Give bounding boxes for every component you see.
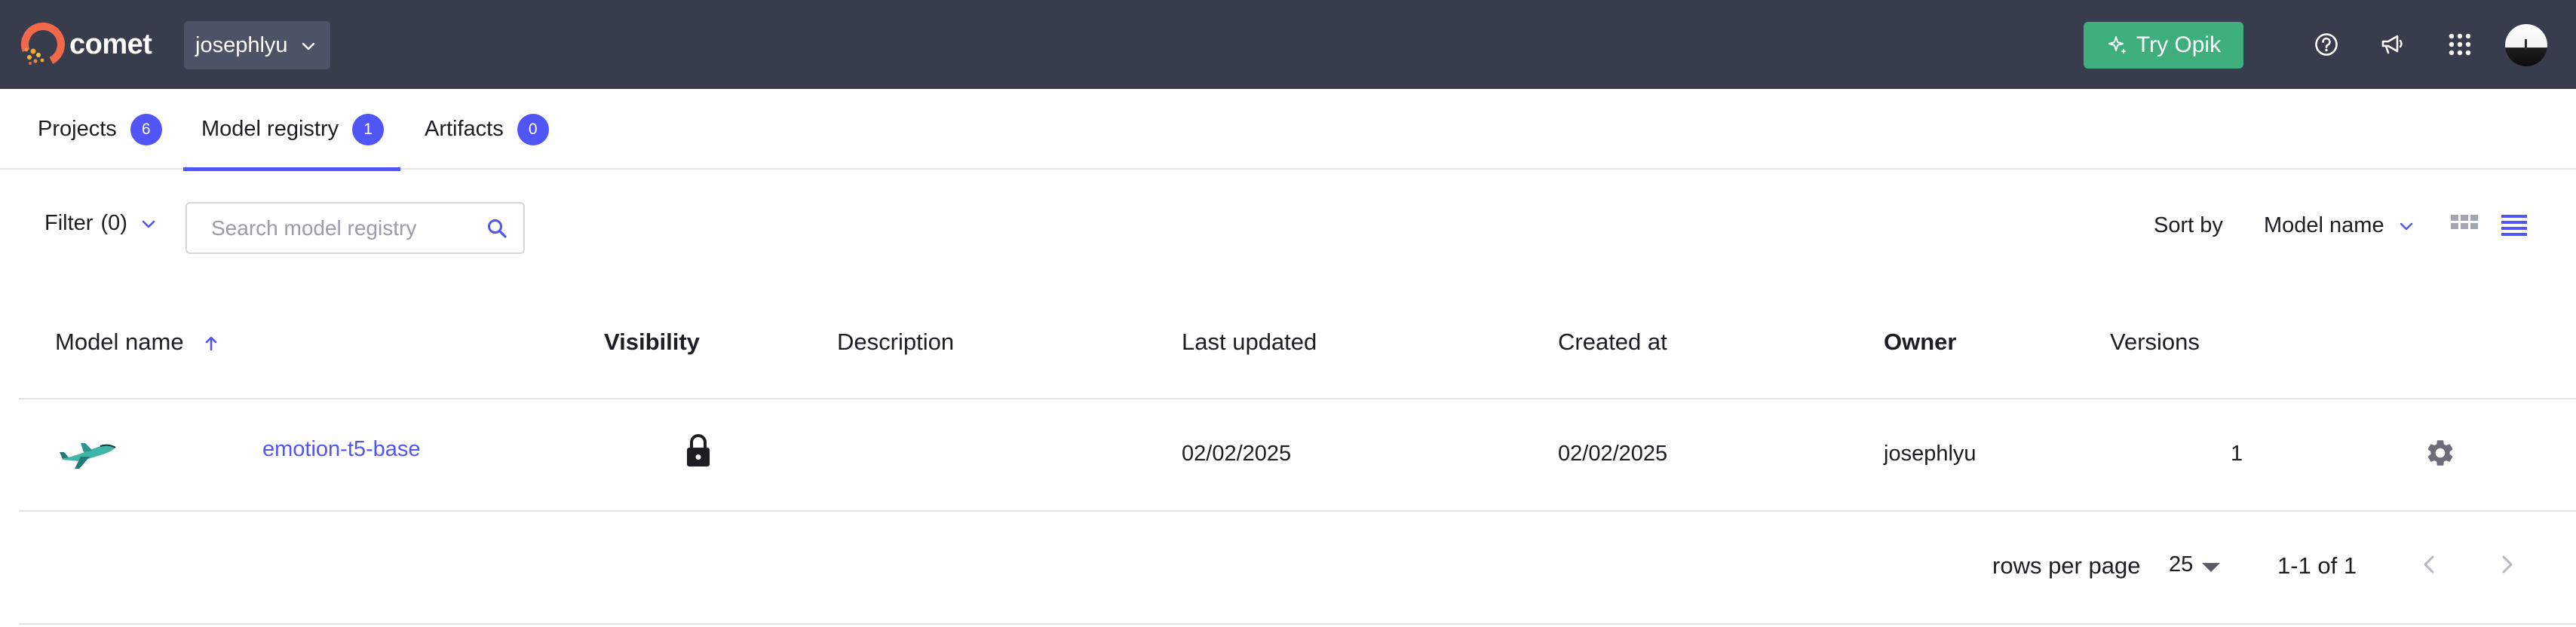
count-badge: 6 bbox=[130, 113, 162, 145]
column-header-versions[interactable]: Versions bbox=[2110, 329, 2200, 356]
sparkle-icon bbox=[2108, 36, 2127, 54]
column-label: Model name bbox=[55, 329, 184, 355]
announcements-icon[interactable] bbox=[2376, 28, 2409, 61]
column-header-model-name[interactable]: Model name bbox=[55, 329, 222, 356]
help-icon[interactable] bbox=[2310, 28, 2343, 61]
next-page-icon[interactable] bbox=[2492, 549, 2522, 580]
column-header-owner[interactable]: Owner bbox=[1884, 329, 1956, 356]
table-row[interactable]: emotion-t5-base 02/02/2025 02/02/2025 jo… bbox=[19, 400, 2576, 512]
brand-name: comet bbox=[69, 28, 152, 60]
table-header: Model name Visibility Description Last u… bbox=[19, 301, 2576, 399]
comet-logo-icon bbox=[21, 22, 65, 66]
chevron-down-icon bbox=[142, 220, 155, 228]
comet-logo[interactable]: comet bbox=[18, 20, 152, 69]
versions-cell: 1 bbox=[2231, 442, 2243, 466]
search-field bbox=[186, 202, 525, 254]
gear-icon[interactable] bbox=[2424, 437, 2456, 469]
tab-artifacts[interactable]: Artifacts 0 bbox=[425, 89, 549, 170]
sort-by-value: Model name bbox=[2264, 213, 2384, 237]
tab-label: Model registry bbox=[201, 117, 339, 141]
last-updated-cell: 02/02/2025 bbox=[1182, 442, 1292, 466]
page-range: 1-1 of 1 bbox=[2277, 552, 2357, 579]
list-view-icon[interactable] bbox=[2500, 213, 2528, 238]
tab-model-registry[interactable]: Model registry 1 bbox=[182, 89, 401, 171]
try-opik-label: Try Opik bbox=[2136, 32, 2222, 57]
user-avatar[interactable] bbox=[2505, 24, 2547, 66]
sort-by-label: Sort by bbox=[2154, 213, 2223, 237]
chevron-down-icon bbox=[302, 42, 315, 50]
sort-ascending-icon bbox=[205, 336, 217, 351]
filter-count: (0) bbox=[100, 211, 127, 235]
filter-button[interactable]: Filter (0) bbox=[44, 211, 158, 236]
apps-grid-icon[interactable] bbox=[2443, 28, 2476, 61]
tab-label: Projects bbox=[38, 117, 117, 141]
grid-view-icon[interactable] bbox=[2450, 213, 2479, 238]
column-header-visibility[interactable]: Visibility bbox=[604, 329, 700, 356]
previous-page-icon[interactable] bbox=[2415, 549, 2445, 580]
owner-cell: josephlyu bbox=[1884, 442, 1976, 466]
rows-per-page-label: rows per page bbox=[1992, 552, 2141, 579]
column-header-created-at[interactable]: Created at bbox=[1558, 329, 1667, 356]
count-badge: 0 bbox=[517, 113, 549, 145]
top-navbar: comet josephlyu Try Opik bbox=[0, 0, 2576, 89]
tab-label: Artifacts bbox=[425, 117, 504, 141]
model-name-link[interactable]: emotion-t5-base bbox=[262, 437, 421, 462]
model-thumbnail bbox=[60, 443, 116, 469]
filter-label: Filter bbox=[44, 211, 94, 235]
search-input[interactable] bbox=[211, 216, 468, 240]
rows-per-page-select[interactable]: 25 bbox=[2169, 552, 2221, 577]
search-icon[interactable] bbox=[486, 217, 508, 240]
column-header-description[interactable]: Description bbox=[837, 329, 954, 356]
tab-projects[interactable]: Projects 6 bbox=[38, 89, 162, 170]
try-opik-button[interactable]: Try Opik bbox=[2084, 22, 2243, 69]
sort-by-select[interactable]: Model name bbox=[2264, 213, 2415, 238]
lock-icon bbox=[687, 434, 710, 466]
workspace-selector[interactable]: josephlyu bbox=[184, 21, 330, 69]
chevron-down-icon bbox=[2400, 222, 2412, 230]
created-at-cell: 02/02/2025 bbox=[1558, 442, 1668, 466]
pagination-bar: rows per page 25 1-1 of 1 bbox=[19, 512, 2576, 625]
column-header-last-updated[interactable]: Last updated bbox=[1182, 329, 1317, 356]
rows-per-page-value: 25 bbox=[2169, 552, 2194, 577]
count-badge: 1 bbox=[352, 113, 385, 145]
section-tabs: Projects 6 Model registry 1 Artifacts 0 bbox=[0, 89, 2576, 171]
workspace-name: josephlyu bbox=[195, 32, 288, 57]
caret-down-icon bbox=[2202, 562, 2221, 572]
